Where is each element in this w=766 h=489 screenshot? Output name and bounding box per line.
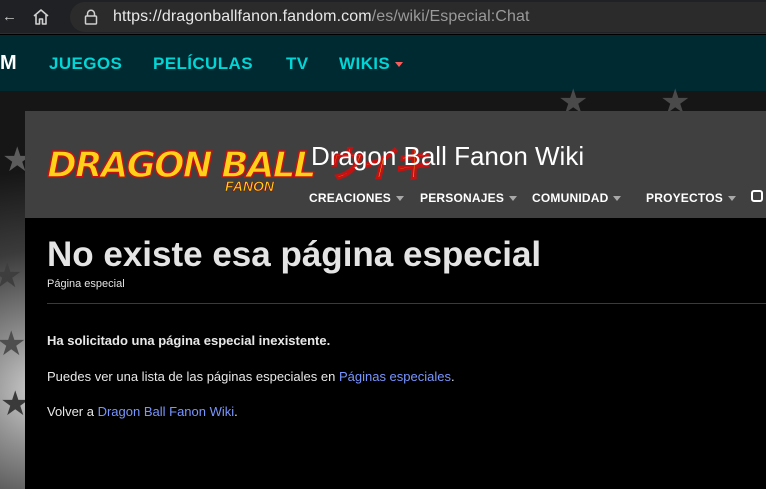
special-pages-suffix: .: [451, 369, 455, 384]
lock-icon: [84, 9, 98, 25]
page-title: No existe esa página especial: [47, 235, 542, 274]
home-button[interactable]: [30, 6, 52, 28]
chevron-down-icon: [396, 196, 405, 202]
page-subtitle: Página especial: [47, 278, 125, 290]
global-nav-peliculas[interactable]: PELÍCULAS: [153, 54, 253, 74]
divider: [47, 303, 766, 304]
url-path: /es/wiki/Especial:Chat: [371, 8, 530, 25]
star-icon: ★: [0, 325, 27, 363]
wiki-nav-personajes[interactable]: PERSONAJES: [420, 191, 518, 205]
wiki-logo[interactable]: DRAGON BALL ウイキ FANON: [46, 136, 430, 198]
wiki-header: DRAGON BALL ウイキ FANON Dragon Ball Fanon …: [25, 111, 766, 219]
browser-toolbar: ← https://dragonballfanon.fandom.com/es/…: [0, 0, 766, 34]
url-text: https://dragonballfanon.fandom.com/es/wi…: [113, 8, 530, 26]
global-nav-wikis[interactable]: WIKIS: [339, 54, 404, 74]
wiki-nav-comunidad[interactable]: COMUNIDAD: [532, 191, 622, 205]
star-icon: ★: [0, 257, 23, 295]
chevron-down-icon: [727, 196, 736, 202]
return-suffix: .: [234, 404, 238, 419]
chevron-down-icon: [509, 196, 518, 202]
wiki-nav-label: CREACIONES: [309, 191, 392, 205]
fandom-global-nav: M JUEGOS PELÍCULAS TV WIKIS: [0, 35, 766, 91]
wiki-title[interactable]: Dragon Ball Fanon Wiki: [311, 141, 584, 172]
page-content: No existe esa página especial Página esp…: [25, 218, 766, 489]
global-nav-tv[interactable]: TV: [286, 54, 309, 74]
return-text: Volver a: [47, 404, 98, 419]
address-bar[interactable]: https://dragonballfanon.fandom.com/es/wi…: [70, 2, 766, 32]
fandom-logo-fragment[interactable]: M: [0, 52, 17, 75]
wiki-nav-more-icon[interactable]: [751, 190, 763, 202]
home-icon: [33, 9, 49, 25]
back-button[interactable]: ←: [2, 8, 17, 26]
special-pages-paragraph: Puedes ver una lista de las páginas espe…: [47, 369, 455, 384]
special-pages-link[interactable]: Páginas especiales: [339, 369, 451, 384]
wiki-nav-creaciones[interactable]: CREACIONES: [309, 191, 405, 205]
logo-subtitle: FANON: [225, 178, 275, 195]
url-domain: https://dragonballfanon.fandom.com: [113, 8, 372, 25]
main-page-link[interactable]: Dragon Ball Fanon Wiki: [98, 404, 235, 419]
error-message: Ha solicitado una página especial inexis…: [47, 333, 331, 348]
return-paragraph: Volver a Dragon Ball Fanon Wiki.: [47, 404, 238, 419]
chevron-down-icon: [613, 196, 622, 202]
wiki-nav-proyectos[interactable]: PROYECTOS: [646, 191, 736, 205]
global-nav-juegos[interactable]: JUEGOS: [49, 54, 122, 74]
chevron-down-icon: [395, 62, 404, 68]
wiki-nav-label: PROYECTOS: [646, 191, 723, 205]
wiki-nav-label: COMUNIDAD: [532, 191, 609, 205]
wiki-nav-label: PERSONAJES: [420, 191, 505, 205]
special-pages-text: Puedes ver una lista de las páginas espe…: [47, 369, 339, 384]
global-nav-wikis-label: WIKIS: [339, 54, 391, 73]
